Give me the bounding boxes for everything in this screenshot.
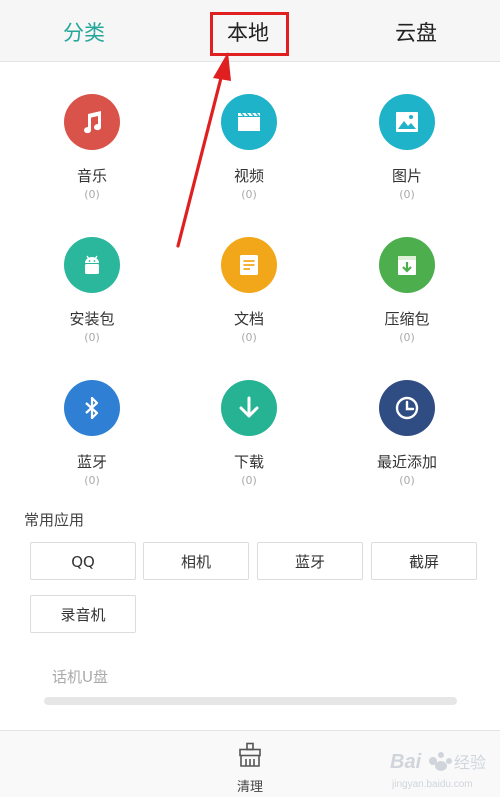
category-video[interactable]: 视频 (0) [179,94,319,202]
category-count: (0) [399,474,415,487]
category-recent[interactable]: 最近添加 (0) [337,380,477,488]
app-button-recorder[interactable]: 录音机 [30,595,136,633]
tab-bar: 分类 本地 云盘 [0,0,500,62]
category-label: 蓝牙 [76,453,107,471]
category-download[interactable]: 下载 (0) [179,380,319,488]
video-icon [221,94,277,150]
category-image[interactable]: 图片 (0) [337,94,477,202]
broom-icon [239,742,261,767]
category-document[interactable]: 文档 (0) [179,237,319,345]
svg-text:Bai: Bai [390,751,422,773]
svg-text:jingyan.baidu.com: jingyan.baidu.com [391,779,473,790]
category-apk[interactable]: 安装包 (0) [22,237,162,345]
tab-cloud[interactable]: 云盘 [366,0,466,62]
category-count: (0) [84,331,100,344]
app-button-camera[interactable]: 相机 [143,542,249,580]
download-icon [221,380,277,436]
usb-storage-bar [44,697,457,705]
app-button-qq[interactable]: QQ [30,542,136,580]
music-icon [64,94,120,150]
category-label: 文档 [233,310,264,328]
category-count: (0) [241,474,257,487]
category-label: 下载 [233,453,264,471]
common-apps-title: 常用应用 [24,511,85,529]
category-count: (0) [241,188,257,201]
category-count: (0) [241,331,257,344]
category-music[interactable]: 音乐 (0) [22,94,162,202]
highlight-box [210,12,289,56]
document-icon [221,237,277,293]
category-label: 最近添加 [376,453,437,471]
bluetooth-icon [64,380,120,436]
category-count: (0) [399,188,415,201]
category-label: 安装包 [69,310,115,328]
clock-icon [379,380,435,436]
category-label: 视频 [233,167,264,185]
category-count: (0) [399,331,415,344]
usb-storage-label[interactable]: 话机U盘 [52,666,108,687]
app-button-screenshot[interactable]: 截屏 [371,542,477,580]
clean-label: 清理 [236,780,263,795]
category-label: 音乐 [76,167,107,185]
tab-category[interactable]: 分类 [34,0,134,62]
category-archive[interactable]: 压缩包 (0) [337,237,477,345]
app-button-bluetooth[interactable]: 蓝牙 [257,542,363,580]
svg-text:经验: 经验 [454,753,486,772]
category-bluetooth[interactable]: 蓝牙 (0) [22,380,162,488]
baidu-watermark: Bai 经验 jingyan.baidu.com [388,742,498,794]
image-icon [379,94,435,150]
clean-button[interactable]: 清理 [218,742,282,795]
category-count: (0) [84,188,100,201]
category-label: 图片 [391,167,422,185]
android-icon [64,237,120,293]
category-label: 压缩包 [384,310,430,328]
archive-icon [379,237,435,293]
category-count: (0) [84,474,100,487]
